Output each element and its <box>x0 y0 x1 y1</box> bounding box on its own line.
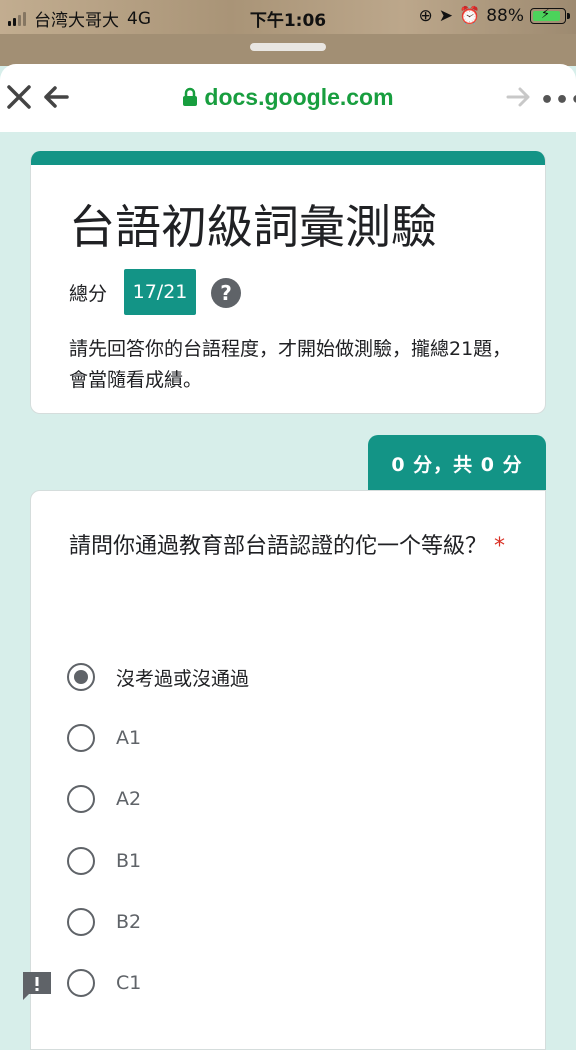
option-1[interactable]: A1 <box>67 724 141 752</box>
location-icon: ➤ <box>438 6 454 26</box>
radio-button[interactable] <box>67 908 95 936</box>
radio-button-selected[interactable] <box>67 663 95 691</box>
option-2[interactable]: A2 <box>67 785 141 813</box>
status-right: ⊕ ➤ ⏰ 88% ⚡ <box>418 6 570 26</box>
status-bar: 台湾大哥大 4G 下午1:06 ⊕ ➤ ⏰ 88% ⚡ <box>0 0 576 34</box>
option-5[interactable]: C1 <box>67 969 141 997</box>
radio-button[interactable] <box>67 847 95 875</box>
question-card: 請問你通過教育部台語認證的佗一个等級？ * 沒考過或沒通過 A1 A2 B1 B… <box>30 490 546 1050</box>
radio-button[interactable] <box>67 785 95 813</box>
url-bar[interactable]: docs.google.com <box>0 84 576 111</box>
question-text: 請問你通過教育部台語認證的佗一个等級？ * <box>69 529 519 565</box>
option-label: A1 <box>116 727 142 749</box>
radio-button[interactable] <box>67 724 95 752</box>
form-title: 台語初級詞彙測驗 <box>69 200 437 254</box>
option-0[interactable]: 沒考過或沒通過 <box>67 663 249 691</box>
alarm-icon: ⏰ <box>459 6 481 26</box>
option-label: B1 <box>116 850 142 872</box>
radio-button[interactable] <box>67 969 95 997</box>
option-label: A2 <box>116 788 142 810</box>
help-icon[interactable]: ? <box>211 278 241 308</box>
more-icon[interactable]: ••• <box>540 88 576 113</box>
forward-arrow-icon[interactable] <box>506 84 532 110</box>
question-points-tab: 0 分，共 0 分 <box>368 435 546 491</box>
option-label: 沒考過或沒通過 <box>116 667 250 690</box>
option-label: B2 <box>116 911 142 933</box>
option-3[interactable]: B1 <box>67 847 141 875</box>
feedback-icon[interactable] <box>21 970 53 1002</box>
total-score-badge: 17/21 <box>124 269 196 315</box>
url-text: docs.google.com <box>204 84 394 110</box>
option-4[interactable]: B2 <box>67 908 141 936</box>
form-header-card: 台語初級詞彙測驗 總分 17/21 ? 請先回答你的台語程度，才開始做測驗，攏總… <box>30 151 546 414</box>
header-accent-bar <box>31 151 545 165</box>
battery-icon: ⚡ <box>530 7 570 24</box>
option-label: C1 <box>116 972 142 994</box>
battery-percent: 88% <box>486 6 524 26</box>
lock-icon <box>183 87 198 106</box>
orientation-lock-icon: ⊕ <box>418 6 433 26</box>
form-description: 請先回答你的台語程度，才開始做測驗，攏總21題，會當隨看成績。 <box>69 338 512 391</box>
question-label: 請問你通過教育部台語認證的佗一个等級？ <box>69 534 488 559</box>
sheet-drag-handle[interactable] <box>250 43 326 51</box>
form-content: 台語初級詞彙測驗 總分 17/21 ? 請先回答你的台語程度，才開始做測驗，攏總… <box>0 132 576 1050</box>
total-score-label: 總分 <box>69 283 108 305</box>
browser-toolbar: docs.google.com ••• <box>0 64 576 133</box>
required-mark: * <box>494 534 506 559</box>
